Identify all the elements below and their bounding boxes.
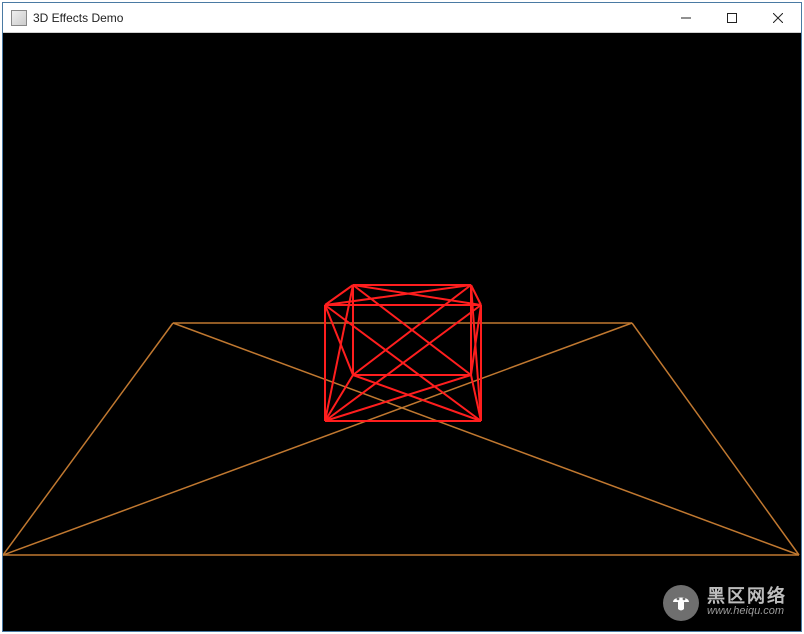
app-icon [11, 10, 27, 26]
window-title: 3D Effects Demo [33, 11, 123, 25]
close-button[interactable] [755, 3, 801, 33]
close-icon [773, 13, 783, 23]
maximize-icon [727, 13, 737, 23]
minimize-button[interactable] [663, 3, 709, 33]
viewport-3d[interactable]: 黑区网络 www.heiqu.com [3, 33, 801, 631]
titlebar[interactable]: 3D Effects Demo [3, 3, 801, 33]
minimize-icon [681, 13, 691, 23]
scene-canvas [3, 33, 801, 631]
maximize-button[interactable] [709, 3, 755, 33]
app-window: 3D Effects Demo [2, 2, 802, 632]
